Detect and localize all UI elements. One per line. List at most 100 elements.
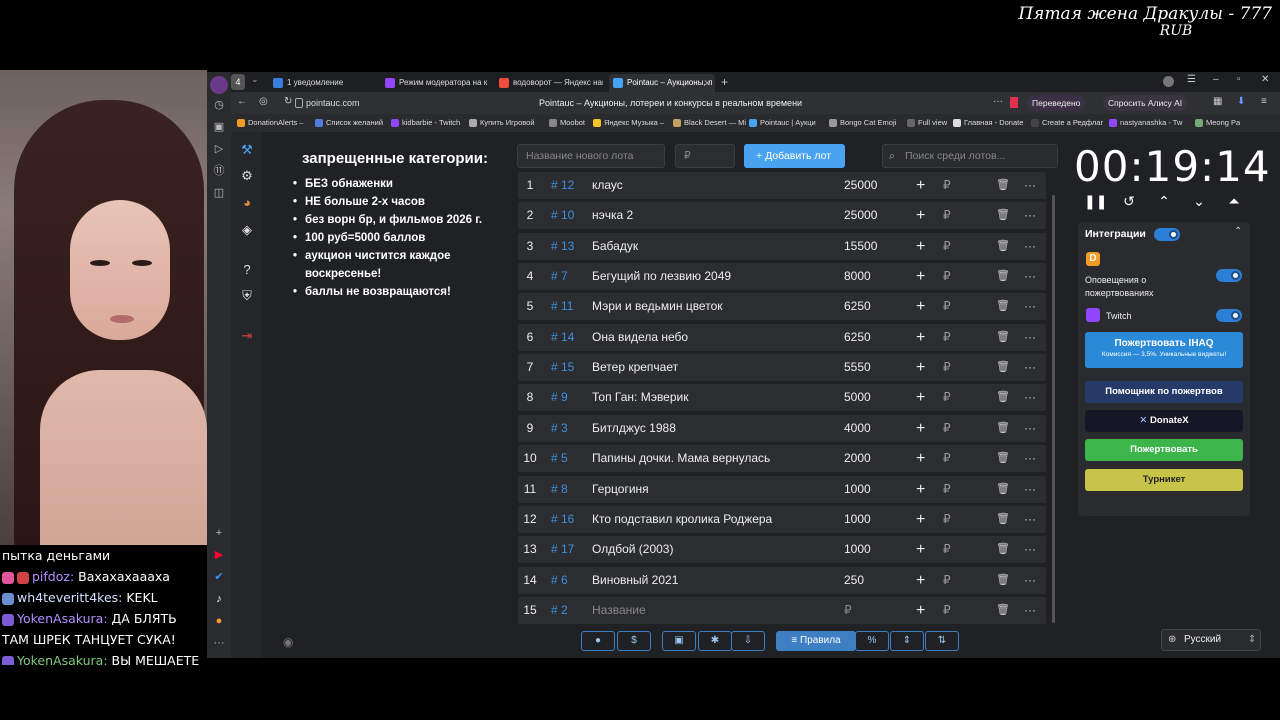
lot-amount[interactable]: 4000 [844,415,871,442]
lot-amount[interactable]: 1000 [844,536,871,563]
lot-row[interactable]: 7 # 15 Ветер крепчает 5550 + ₽ 🗑 ··· [518,354,1046,382]
bookmark-item[interactable]: DonationAlerts – [237,114,303,132]
download-icon[interactable]: ⬇ [1237,96,1245,107]
bookmark-item[interactable]: Moobot [549,114,585,132]
shield-icon[interactable]: ⛨ [237,286,257,306]
pause-icon[interactable]: ❚❚ [1084,193,1107,210]
plus-icon[interactable]: + [916,172,925,199]
delete-icon[interactable]: 🗑 [996,506,1010,533]
menu-icon[interactable]: ☰ [1187,74,1196,85]
bookmark-item[interactable]: Black Desert — Mi [673,114,746,132]
more-icon[interactable]: ··· [1024,567,1036,594]
lot-amount[interactable]: 6250 [844,293,871,320]
close-window-icon[interactable]: ✕ [1261,74,1269,85]
ruble-icon[interactable]: ₽ [943,293,951,320]
more-icon[interactable]: ··· [1024,476,1036,503]
history-icon[interactable]: ◷ [210,96,228,114]
menu-icon[interactable]: ≡ [1261,96,1267,107]
donate-ihaq-button[interactable]: Пожертвовать IHAQ Комиссия — 3,5%. Уника… [1085,332,1243,368]
tab-yandex[interactable]: водоворот — Яндекс нап [495,74,603,92]
percent-icon[interactable]: % [855,631,889,651]
vk-icon[interactable]: ✔ [210,568,228,586]
more-icon[interactable]: ··· [1024,324,1036,351]
workspace-icon[interactable]: 4 [231,74,245,90]
lot-name[interactable]: Название [592,597,646,624]
reset-icon[interactable]: ↺ [1119,193,1139,210]
lot-name[interactable]: Ветер крепчает [592,354,678,381]
chevron-down-icon[interactable]: ⌄ [251,74,259,85]
integrations-toggle[interactable] [1154,228,1180,241]
donatex-button[interactable]: ✕ DonateX [1085,410,1243,432]
app-icon[interactable]: ● [210,612,228,630]
account-icon[interactable] [1163,76,1174,87]
minimize-icon[interactable]: – [1213,74,1219,85]
lot-name[interactable]: Виновный 2021 [592,567,678,594]
lot-row[interactable]: 3 # 13 Бабадук 15500 + ₽ 🗑 ··· [518,232,1046,260]
more-icon[interactable]: ··· [1024,354,1036,381]
plus-icon[interactable]: + [916,354,925,381]
double-chevron-up-icon[interactable]: ⏶ [1224,193,1244,210]
ask-alice-button[interactable]: Спросить Алису AI [1103,95,1188,111]
delete-icon[interactable]: 🗑 [996,567,1010,594]
lot-name[interactable]: Бегущий по лезвию 2049 [592,263,731,290]
plus-icon[interactable]: + [916,324,925,351]
plus-icon[interactable]: + [916,476,925,503]
bookmark-item[interactable]: Full view [907,114,947,132]
more-icon[interactable]: ··· [1024,384,1036,411]
auction-icon[interactable]: ⚒ [237,140,257,160]
lot-amount[interactable]: 8000 [844,263,871,290]
delete-icon[interactable]: 🗑 [996,354,1010,381]
ruble-icon[interactable]: ₽ [943,263,951,290]
lot-amount[interactable]: 6250 [844,324,871,351]
new-tab-button[interactable]: + [721,74,728,90]
lot-amount[interactable]: 15500 [844,233,877,260]
maximize-icon[interactable]: ▫ [1237,74,1241,85]
delete-icon[interactable]: 🗑 [996,202,1010,229]
screenshot-icon[interactable]: ▦ [1213,96,1222,107]
close-icon[interactable]: ✕ [703,74,711,92]
search-input[interactable]: ⌕ Поиск среди лотов... [882,144,1058,168]
lot-row[interactable]: 11 # 8 Герцогиня 1000 + ₽ 🗑 ··· [518,475,1046,503]
ruble-icon[interactable]: ₽ [943,445,951,472]
sort-icon[interactable]: ⇅ [925,631,959,651]
player-icon[interactable]: ▷ [210,140,228,158]
lot-name[interactable]: Она видела небо [592,324,688,351]
lot-name[interactable]: клаус [592,172,623,199]
lot-name[interactable]: Топ Ган: Мэверик [592,384,689,411]
dollar-icon[interactable]: $ [617,631,651,651]
more-options-icon[interactable]: ··· [993,96,1003,107]
tab-twitch-mod[interactable]: Режим модератора на к [381,74,489,92]
save-icon[interactable]: ▣ [662,631,696,651]
lot-name[interactable]: Мэри и ведьмин цветок [592,293,723,320]
scrollbar[interactable] [1052,195,1055,623]
lot-amount[interactable]: 25000 [844,172,877,199]
more-icon[interactable]: ··· [1024,263,1036,290]
lot-row[interactable]: 12 # 16 Кто подставил кролика Роджера 1000 +… [518,505,1046,533]
lot-row[interactable]: 13 # 17 Олдбой (2003) 1000 + ₽ 🗑 ··· [518,536,1046,564]
lot-row[interactable]: 4 # 7 Бегущий по лезвию 2049 8000 + ₽ 🗑 ··· [518,263,1046,291]
chevron-up-icon[interactable]: ⌃ [1154,193,1174,210]
tiktok-icon[interactable]: ♪ [210,590,228,608]
split-icon[interactable]: ⇕ [890,631,924,651]
ruble-icon[interactable]: ₽ [943,172,951,199]
plus-icon[interactable]: + [916,233,925,260]
more-icon[interactable]: ··· [1024,506,1036,533]
twitch-toggle[interactable] [1216,309,1242,322]
lot-row[interactable]: 14 # 6 Виновный 2021 250 + ₽ 🗑 ··· [518,566,1046,594]
lot-amount[interactable]: 2000 [844,445,871,472]
delete-icon[interactable]: 🗑 [996,597,1010,624]
bookmark-item[interactable]: Список желаний [315,114,383,132]
import-icon[interactable]: ⇩ [731,631,765,651]
bookmark-item[interactable]: kidbarbie - Twitch [391,114,460,132]
donationalerts-toggle[interactable] [1216,269,1242,282]
ruble-icon[interactable]: ₽ [943,476,951,503]
lot-name[interactable]: Олдбой (2003) [592,536,673,563]
translated-button[interactable]: Переведено [1027,95,1086,111]
lot-name[interactable]: нэчка 2 [592,202,633,229]
lot-row[interactable]: 2 # 10 нэчка 2 25000 + ₽ 🗑 ··· [518,202,1046,230]
delete-icon[interactable]: 🗑 [996,384,1010,411]
lot-amount[interactable]: 5000 [844,384,871,411]
language-select[interactable]: ⊕ Русский ⇕ [1161,629,1261,651]
reload-icon[interactable]: ↻ [284,96,292,107]
rules-button[interactable]: ≡ Правила [776,631,856,651]
